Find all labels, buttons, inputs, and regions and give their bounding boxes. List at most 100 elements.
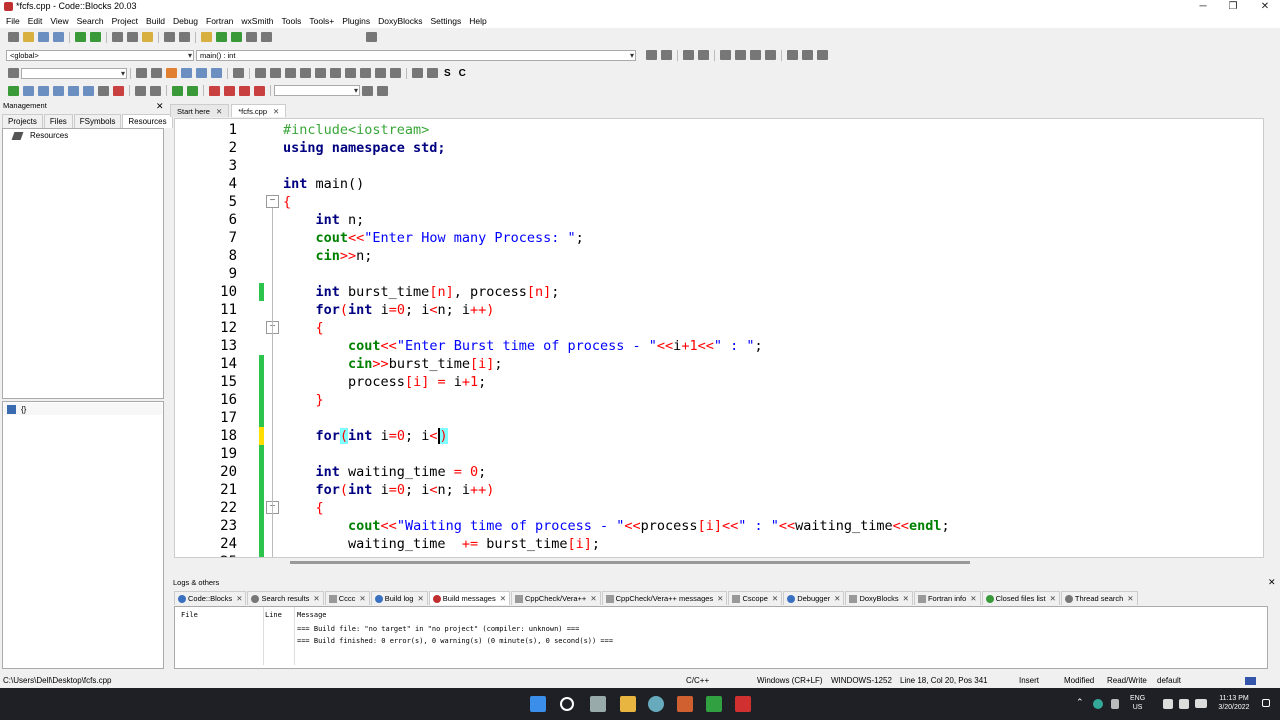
- nav-back-icon[interactable]: [136, 68, 147, 78]
- dialog-icon[interactable]: [285, 68, 296, 78]
- target-icon[interactable]: [8, 68, 19, 78]
- bookmark-clear-icon[interactable]: [254, 85, 265, 96]
- menu-doxyblocks[interactable]: DoxyBlocks: [374, 16, 426, 26]
- target-select[interactable]: [21, 67, 127, 79]
- close-tab-icon[interactable]: ✕: [500, 594, 506, 603]
- close-tab-icon[interactable]: ✕: [1050, 594, 1056, 603]
- column-message[interactable]: Message: [297, 611, 327, 619]
- cut-icon[interactable]: [112, 32, 123, 42]
- search-icon[interactable]: [362, 85, 373, 96]
- close-tab-icon[interactable]: ✕: [313, 594, 319, 603]
- bookmark-next-icon[interactable]: [239, 85, 250, 96]
- menu-help[interactable]: Help: [465, 16, 490, 26]
- clock[interactable]: 11:13 PM 3/20/2022: [1212, 694, 1256, 712]
- function-scope-select[interactable]: main() : int: [196, 49, 636, 61]
- c-icon[interactable]: C: [459, 68, 466, 79]
- run-to-cursor-icon[interactable]: [23, 85, 34, 96]
- next-line-icon[interactable]: [38, 85, 49, 96]
- tab-projects[interactable]: Projects: [2, 114, 43, 128]
- close-tab-icon[interactable]: ✕: [216, 107, 222, 116]
- battery-icon[interactable]: [1195, 699, 1207, 708]
- tab-resources[interactable]: Resources: [122, 114, 173, 128]
- fold-toggle-icon[interactable]: −: [266, 195, 279, 208]
- camtasia-icon[interactable]: [706, 696, 722, 712]
- bookmark-flag-icon[interactable]: [209, 85, 220, 96]
- menu-edit[interactable]: Edit: [24, 16, 47, 26]
- code-editor[interactable]: 1 2 3 4 5 6 7 8 9 10 11 12 13 14 15 16 1…: [174, 118, 1264, 558]
- settings-icon[interactable]: [648, 696, 664, 712]
- rect-icon[interactable]: [255, 68, 266, 78]
- next-bookmark-icon[interactable]: [817, 50, 828, 60]
- debug-windows-icon[interactable]: [135, 85, 146, 96]
- nav-forward-icon[interactable]: [151, 68, 162, 78]
- close-tab-icon[interactable]: ✕: [273, 107, 279, 116]
- tab-files[interactable]: Files: [43, 114, 73, 128]
- log-tab-cppcheck-messages[interactable]: CppCheck/Vera++ messages ✕: [601, 591, 728, 605]
- maximize-button[interactable]: ❐: [1218, 0, 1248, 14]
- close-tab-icon[interactable]: ✕: [236, 594, 242, 603]
- zoom-out-icon[interactable]: [427, 68, 438, 78]
- menu-view[interactable]: View: [46, 16, 72, 26]
- search-combo[interactable]: [274, 85, 360, 96]
- close-tab-icon[interactable]: ✕: [772, 594, 778, 603]
- find-icon[interactable]: [164, 32, 175, 42]
- minimize-button[interactable]: ─: [1188, 0, 1218, 14]
- menu-wxsmith[interactable]: wxSmith: [237, 16, 277, 26]
- match-icon[interactable]: [181, 68, 192, 78]
- close-tab-icon[interactable]: ✕: [1127, 594, 1133, 603]
- menu-project[interactable]: Project: [108, 16, 142, 26]
- step-out-icon[interactable]: [68, 85, 79, 96]
- codeblocks-icon[interactable]: [735, 696, 751, 712]
- paste-icon[interactable]: [142, 32, 153, 42]
- build-icon[interactable]: [201, 32, 212, 42]
- app-icon[interactable]: [677, 696, 693, 712]
- log-tab-build-messages[interactable]: Build messages ✕: [428, 591, 511, 605]
- logs-close-icon[interactable]: ✕: [1268, 577, 1278, 589]
- box-icon[interactable]: [360, 68, 371, 78]
- doxy-icon[interactable]: [720, 50, 731, 60]
- panel-icon[interactable]: [300, 68, 311, 78]
- s-icon[interactable]: S: [444, 68, 451, 79]
- prev-change-icon[interactable]: [172, 85, 183, 96]
- wifi-icon[interactable]: [1163, 699, 1173, 709]
- zoom-in-icon[interactable]: [412, 68, 423, 78]
- column-line[interactable]: Line: [265, 611, 282, 619]
- save-all-icon[interactable]: [53, 32, 64, 42]
- wrap-icon[interactable]: [211, 68, 222, 78]
- jump-icon[interactable]: [646, 50, 657, 60]
- replace-icon[interactable]: [179, 32, 190, 42]
- menu-plugins[interactable]: Plugins: [338, 16, 374, 26]
- tab-start-here[interactable]: Start here ✕: [170, 104, 230, 117]
- step-into-icon[interactable]: [53, 85, 64, 96]
- frame-icon[interactable]: [270, 68, 281, 78]
- pause-icon[interactable]: [98, 85, 109, 96]
- log-tab-search-results[interactable]: Search results ✕: [247, 591, 324, 605]
- table-icon[interactable]: [345, 68, 356, 78]
- menu-debug[interactable]: Debug: [169, 16, 202, 26]
- close-tab-icon[interactable]: ✕: [970, 594, 976, 603]
- log-tab-fortran-info[interactable]: Fortran info ✕: [913, 591, 981, 605]
- doxy-run-icon[interactable]: [750, 50, 761, 60]
- file-explorer-icon[interactable]: [620, 696, 636, 712]
- highlight-icon[interactable]: [166, 68, 177, 78]
- tab-fcfs-cpp[interactable]: *fcfs.cpp ✕: [231, 104, 287, 117]
- debug-run-icon[interactable]: [8, 85, 19, 96]
- rebuild-icon[interactable]: [246, 32, 257, 42]
- volume-icon[interactable]: [1179, 699, 1189, 709]
- open-icon[interactable]: [23, 32, 34, 42]
- prev-bookmark-icon[interactable]: [787, 50, 798, 60]
- sizer-icon[interactable]: [315, 68, 326, 78]
- column-file[interactable]: File: [181, 611, 198, 619]
- regex-icon[interactable]: [196, 68, 207, 78]
- search-icon[interactable]: [560, 697, 574, 711]
- undo-icon[interactable]: [75, 32, 86, 42]
- log-tab-debugger[interactable]: Debugger ✕: [783, 591, 845, 605]
- toolbar-icon[interactable]: [366, 32, 377, 42]
- stop-icon[interactable]: [113, 85, 124, 96]
- log-tab-cppcheck[interactable]: CppCheck/Vera++ ✕: [511, 591, 601, 605]
- bookmark-icon[interactable]: [802, 50, 813, 60]
- task-view-icon[interactable]: [590, 696, 606, 712]
- close-tab-icon[interactable]: ✕: [590, 594, 596, 603]
- grid-icon[interactable]: [330, 68, 341, 78]
- menu-settings[interactable]: Settings: [427, 16, 466, 26]
